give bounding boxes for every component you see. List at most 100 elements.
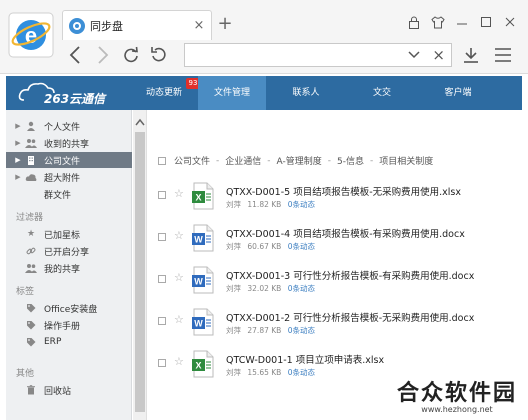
sidebar-item-shared-enabled[interactable]: 已开启分享	[6, 243, 132, 259]
word-file-icon: W	[192, 308, 214, 336]
expand-caret-icon[interactable]: ▶	[12, 173, 24, 181]
sidebar-item-large-attachments[interactable]: ▶ 超大附件	[6, 169, 132, 185]
file-checkbox[interactable]	[158, 275, 166, 283]
file-name[interactable]: QTXX-D001-5 项目结项报告模板-无采购费用使用.xlsx	[226, 184, 461, 198]
sidebar-item-label: 公司文件	[44, 156, 81, 167]
breadcrumb-item[interactable]: 公司文件	[174, 154, 210, 167]
file-name[interactable]: QTXX-D001-2 可行性分析报告模板-无采购费用使用.docx	[226, 310, 474, 324]
file-row[interactable]: ☆ W QTXX-D001-4 项目结项报告模板-有采购费用使用.docx 刘萍…	[148, 220, 522, 260]
file-activity-link[interactable]: 0条动态	[288, 284, 315, 293]
minimize-icon[interactable]	[452, 12, 472, 32]
breadcrumb-item[interactable]: 企业通信	[225, 154, 261, 167]
link-icon	[24, 245, 38, 257]
sidebar-item-label: 已加星标	[44, 230, 81, 241]
file-row[interactable]: ☆ X QTXX-D001-5 项目结项报告模板-无采购费用使用.xlsx 刘萍…	[148, 178, 522, 218]
browser-tab[interactable]: 同步盘 ×	[62, 10, 212, 40]
file-checkbox[interactable]	[158, 233, 166, 241]
file-checkbox[interactable]	[158, 317, 166, 325]
back-icon[interactable]	[64, 44, 86, 66]
file-owner: 刘萍	[226, 326, 241, 335]
refresh-icon[interactable]	[120, 44, 142, 66]
file-activity-link[interactable]: 0条动态	[288, 242, 315, 251]
star-icon[interactable]: ☆	[174, 187, 184, 200]
file-owner: 刘萍	[226, 284, 241, 293]
file-activity-link[interactable]: 0条动态	[288, 368, 315, 377]
file-checkbox[interactable]	[158, 191, 166, 199]
star-icon[interactable]: ☆	[174, 229, 184, 242]
star-icon: ★	[26, 229, 36, 239]
tag-icon	[24, 336, 38, 348]
sidebar-item-my-shares[interactable]: 我的共享	[6, 260, 132, 276]
file-size: 15.65 KB	[247, 368, 282, 377]
maximize-icon[interactable]	[476, 12, 496, 32]
sidebar-item-group-files[interactable]: 群文件	[6, 186, 132, 202]
tab-title: 同步盘	[90, 19, 123, 33]
undo-icon[interactable]	[148, 44, 170, 66]
file-activity-link[interactable]: 0条动态	[288, 326, 315, 335]
svg-text:W: W	[194, 235, 203, 245]
file-row[interactable]: ☆ W QTXX-D001-3 可行性分析报告模板-有采购费用使用.docx 刘…	[148, 262, 522, 302]
forward-icon[interactable]	[92, 44, 114, 66]
person-icon	[24, 120, 38, 132]
brand-logo[interactable]: 263云通信	[18, 80, 128, 106]
sidebar-item-tag-office[interactable]: Office安装盘	[6, 300, 132, 316]
sidebar-item-starred[interactable]: ★ 已加星标	[6, 226, 132, 242]
expand-caret-icon[interactable]: ▶	[12, 139, 24, 147]
file-name[interactable]: QTXX-D001-4 项目结项报告模板-有采购费用使用.docx	[226, 226, 465, 240]
file-size: 27.87 KB	[247, 326, 282, 335]
nav-item-client[interactable]: 客户端	[424, 76, 492, 110]
address-clear-icon[interactable]: ×	[432, 46, 445, 64]
sidebar-item-tag-erp[interactable]: ERP	[6, 334, 132, 350]
scrollbar-thumb[interactable]	[135, 132, 145, 412]
sidebar-item-label: 收到的共享	[44, 139, 90, 150]
sidebar-item-received-shares[interactable]: ▶ 收到的共享	[6, 135, 132, 151]
select-all-checkbox[interactable]	[158, 156, 166, 165]
nav-item-contacts[interactable]: 联系人	[272, 76, 340, 110]
tags-section-header: 标签	[16, 287, 35, 297]
sidebar-item-recycle-bin[interactable]: 回收站	[6, 382, 132, 398]
sidebar-item-personal-files[interactable]: ▶ 个人文件	[6, 118, 132, 134]
breadcrumb-separator: -	[327, 155, 331, 166]
tab-close-icon[interactable]: ×	[191, 18, 207, 33]
watermark: 合众软件园 www.hezhong.net	[390, 375, 524, 414]
expand-caret-icon[interactable]: ▶	[12, 122, 24, 130]
sidebar-scrollbar[interactable]	[133, 110, 147, 420]
shirt-icon[interactable]	[428, 12, 448, 32]
expand-caret-icon[interactable]: ▶	[12, 156, 24, 164]
sidebar-item-company-files[interactable]: ▶ 公司文件	[6, 152, 132, 168]
star-icon[interactable]: ☆	[174, 355, 184, 368]
nav-item-updates[interactable]: 动态更新 93	[130, 76, 200, 110]
menu-icon[interactable]	[492, 44, 514, 66]
sidebar-item-tag-manual[interactable]: 操作手册	[6, 317, 132, 333]
word-file-icon: W	[192, 266, 214, 294]
file-row[interactable]: ☆ W QTXX-D001-2 可行性分析报告模板-无采购费用使用.docx 刘…	[148, 304, 522, 344]
close-window-icon[interactable]	[500, 12, 520, 32]
breadcrumb-item[interactable]: 项目相关制度	[379, 154, 433, 167]
file-checkbox[interactable]	[158, 359, 166, 367]
download-icon[interactable]	[460, 44, 482, 66]
star-icon[interactable]: ☆	[174, 313, 184, 326]
nav-item-files[interactable]: 文件管理	[198, 76, 266, 110]
building-icon	[24, 154, 38, 166]
file-activity-link[interactable]: 0条动态	[288, 200, 315, 209]
nav-item-wenjiao[interactable]: 文交	[348, 76, 416, 110]
scroll-up-icon[interactable]	[135, 118, 145, 126]
star-icon[interactable]: ☆	[174, 271, 184, 284]
file-name[interactable]: QTCW-D001-1 项目立项申请表.xlsx	[226, 352, 384, 366]
file-size: 32.02 KB	[247, 284, 282, 293]
browser-chrome: e 同步盘 × + ×	[0, 0, 528, 74]
tag-icon	[24, 319, 38, 331]
breadcrumb-item[interactable]: A-管理制度	[277, 154, 322, 167]
file-name[interactable]: QTXX-D001-3 可行性分析报告模板-有采购费用使用.docx	[226, 268, 474, 282]
people-icon	[24, 137, 38, 149]
file-meta: 刘萍 15.65 KB 0条动态	[226, 367, 315, 378]
cloud-icon	[24, 171, 38, 183]
new-tab-button[interactable]: +	[214, 14, 236, 36]
file-list-panel: 公司文件 - 企业通信 - A-管理制度 - 5-信息 - 项目相关制度 ☆ X…	[148, 110, 522, 420]
address-bar[interactable]: ×	[184, 43, 452, 67]
breadcrumb-item[interactable]: 5-信息	[337, 154, 364, 167]
address-dropdown-icon[interactable]	[407, 48, 421, 62]
lock-icon[interactable]	[404, 12, 424, 32]
svg-text:X: X	[195, 193, 201, 203]
app-nav: 263云通信 动态更新 93 文件管理 联系人 文交 客户端	[6, 76, 522, 110]
